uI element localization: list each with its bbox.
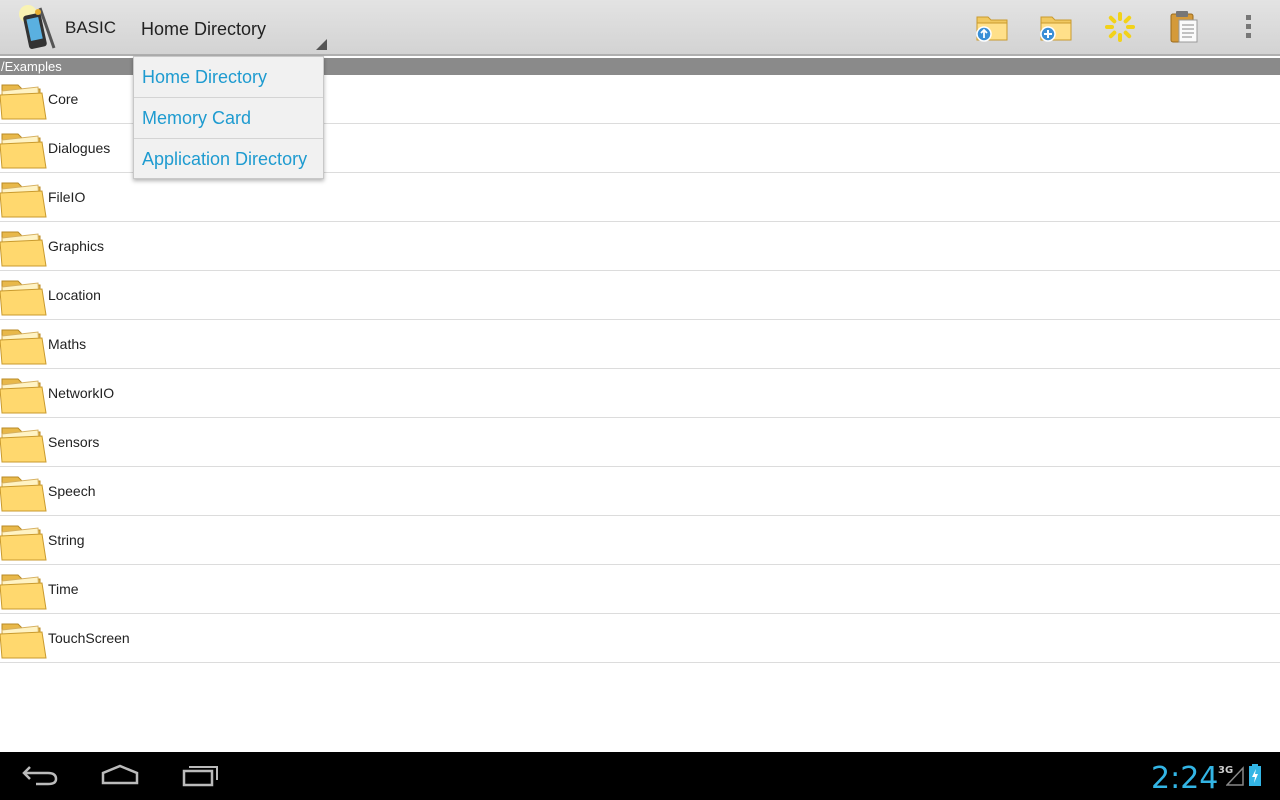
dropdown-option-application-directory[interactable]: Application Directory [134, 139, 323, 180]
paste-button[interactable] [1160, 8, 1208, 50]
folder-icon [0, 179, 48, 219]
folder-icon [0, 130, 48, 170]
folder-name: Graphics [48, 238, 105, 254]
home-icon [100, 763, 140, 791]
status-clock: 2:24 [1151, 761, 1219, 796]
folder-name: Location [48, 287, 101, 303]
folder-row[interactable]: NetworkIO [0, 369, 1280, 418]
folder-icon [0, 375, 48, 415]
signal-icon [1225, 766, 1244, 790]
folder-row[interactable]: FileIO [0, 173, 1280, 222]
battery-charging-icon [1249, 764, 1261, 790]
folder-name: Core [48, 91, 79, 107]
dropdown-option-label: Memory Card [142, 108, 252, 128]
folder-row[interactable]: Time [0, 565, 1280, 614]
screen: BASIC Home Directory /Examples Core Dial… [0, 0, 1280, 800]
folder-icon [0, 620, 48, 660]
new-folder-icon [1038, 11, 1074, 47]
folder-icon [0, 326, 48, 366]
folder-name: FileIO [48, 189, 86, 205]
location-dropdown: Home Directory Memory Card Application D… [133, 56, 324, 179]
home-button[interactable] [92, 760, 148, 794]
folder-icon [0, 522, 48, 562]
folder-icon [0, 571, 48, 611]
folder-name: Time [48, 581, 79, 597]
folder-icon [0, 81, 48, 121]
folder-row[interactable]: TouchScreen [0, 614, 1280, 663]
action-bar: BASIC Home Directory [0, 0, 1280, 56]
system-bar: 2:24 3G [0, 752, 1280, 800]
back-button[interactable] [12, 760, 68, 794]
folder-row[interactable]: Sensors [0, 418, 1280, 467]
folder-name: Sensors [48, 434, 100, 450]
folder-row[interactable]: Graphics [0, 222, 1280, 271]
folder-icon [0, 473, 48, 513]
folder-icon [0, 277, 48, 317]
recent-apps-button[interactable] [172, 760, 228, 794]
folder-name: NetworkIO [48, 385, 115, 401]
folder-row[interactable]: String [0, 516, 1280, 565]
location-spinner[interactable]: Home Directory [133, 8, 329, 52]
go-up-folder-icon [974, 11, 1010, 47]
dropdown-option-home-directory[interactable]: Home Directory [134, 57, 323, 98]
current-path: /Examples [1, 59, 62, 74]
location-spinner-label: Home Directory [141, 19, 267, 39]
folder-row[interactable]: Location [0, 271, 1280, 320]
folder-name: Dialogues [48, 140, 111, 156]
overflow-menu-icon [1244, 14, 1252, 44]
folder-icon [0, 228, 48, 268]
refresh-button[interactable] [1096, 8, 1144, 50]
folder-icon [0, 424, 48, 464]
folder-row[interactable]: Maths [0, 320, 1280, 369]
dropdown-option-memory-card[interactable]: Memory Card [134, 98, 323, 139]
app-title: BASIC [65, 18, 117, 37]
dropdown-option-label: Application Directory [142, 149, 308, 169]
folder-name: Maths [48, 336, 87, 352]
go-up-folder-button[interactable] [968, 8, 1016, 50]
folder-name: String [48, 532, 85, 548]
new-folder-button[interactable] [1032, 8, 1080, 50]
refresh-icon [1103, 10, 1137, 48]
dropdown-option-label: Home Directory [142, 67, 268, 87]
overflow-menu-button[interactable] [1224, 8, 1272, 50]
folder-name: TouchScreen [48, 630, 130, 646]
recent-apps-icon [180, 763, 220, 791]
paste-clipboard-icon [1168, 10, 1200, 48]
folder-row[interactable]: Speech [0, 467, 1280, 516]
spinner-arrow-icon [316, 39, 327, 50]
back-icon [20, 763, 60, 791]
app-logo-icon[interactable] [18, 4, 58, 52]
folder-name: Speech [48, 483, 96, 499]
